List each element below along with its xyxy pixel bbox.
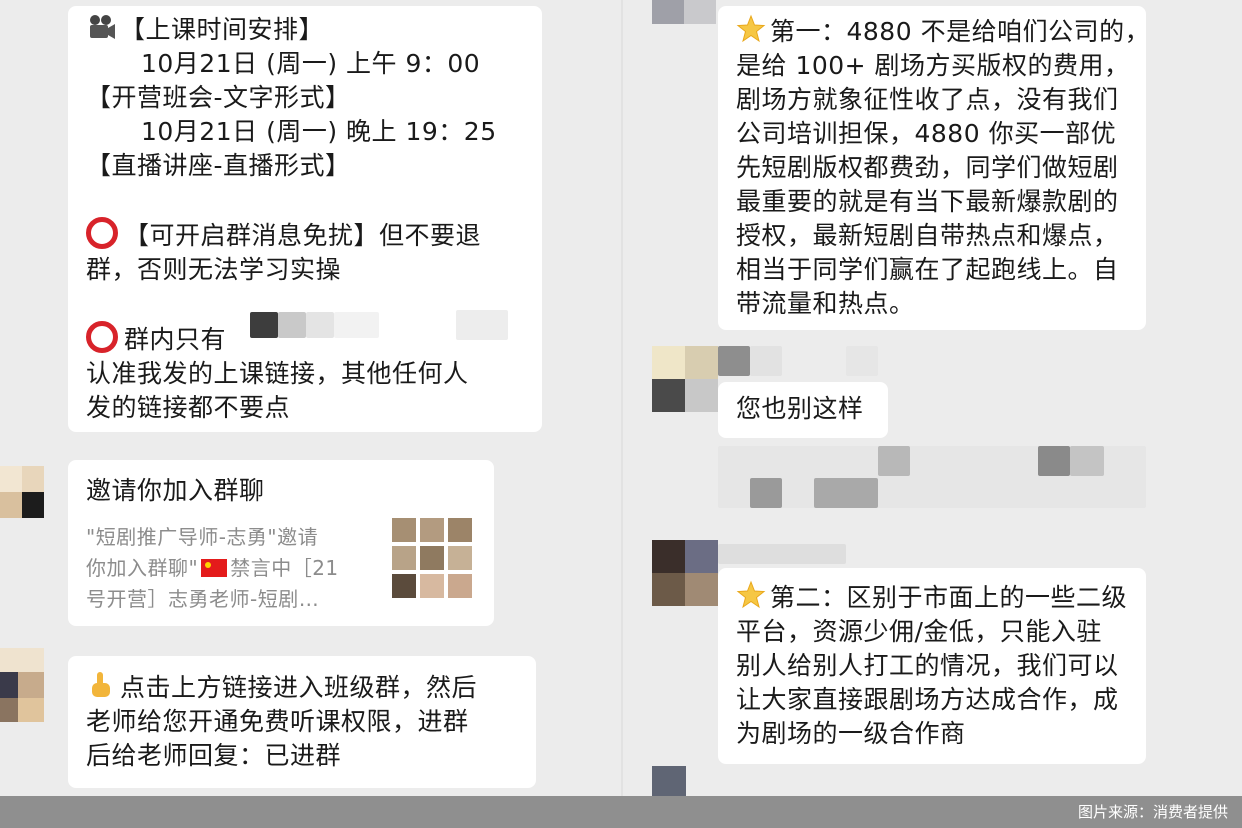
schedule-line-4: 10月21日 (周一) 晚上 19：25 <box>141 117 497 146</box>
instruction-line-2: 老师给您开通免费听课权限，进群 <box>86 707 469 736</box>
avatar[interactable] <box>0 648 44 722</box>
message-two-line-1: 第二：区别于市面上的一些二级 <box>736 580 1128 615</box>
schedule-line-10: 发的链接都不要点 <box>86 393 291 422</box>
red-circle-icon <box>86 217 118 249</box>
message-two-line-5: 为剧场的一级合作商 <box>736 719 966 748</box>
short-reply-text: 您也别这样 <box>736 394 864 423</box>
avatar[interactable] <box>652 540 718 606</box>
footer-bar <box>0 796 1242 828</box>
message-two-line-4: 让大家直接跟剧场方达成合作，成 <box>736 685 1119 714</box>
pointing-up-hand-icon <box>92 672 110 697</box>
invite-title: 邀请你加入群聊 <box>86 476 265 505</box>
message-two-line-2: 平台，资源少佣/金低，只能入驻 <box>736 617 1102 646</box>
schedule-line-7: 群，否则无法学习实操 <box>86 255 342 284</box>
message-one-line-2: 是给 100+ 剧场方买版权的费用， <box>736 51 1130 80</box>
red-circle-icon <box>86 321 118 353</box>
instruction-line-3: 后给老师回复：已进群 <box>86 741 342 770</box>
schedule-line-1: 【上课时间安排】 <box>86 12 524 47</box>
message-one-line-9: 带流量和热点。 <box>736 289 915 318</box>
instruction-line-1: 点击上方链接进入班级群，然后 <box>86 670 518 705</box>
message-one-line-7: 授权，最新短剧自带热点和爆点， <box>736 221 1119 250</box>
message-one-line-8: 相当于同学们赢在了起跑线上。自 <box>736 255 1119 284</box>
column-divider <box>621 0 623 828</box>
avatar[interactable] <box>652 0 716 24</box>
china-flag-icon <box>201 559 228 577</box>
instruction-message-bubble[interactable]: 点击上方链接进入班级群，然后 老师给您开通免费听课权限，进群 后给老师回复：已进… <box>68 656 536 788</box>
schedule-line-6: 【可开启群消息免扰】但不要退 <box>86 217 524 253</box>
group-avatar-grid <box>392 518 472 598</box>
glowing-star-icon <box>736 580 766 609</box>
schedule-line-9: 认准我发的上课链接，其他任何人 <box>86 359 469 388</box>
short-reply-bubble[interactable]: 您也别这样 <box>718 382 888 438</box>
schedule-line-2: 10月21日 (周一) 上午 9：00 <box>141 49 481 78</box>
glowing-star-icon <box>736 14 766 43</box>
message-one-line-6: 最重要的就是有当下最新爆款剧的 <box>736 187 1119 216</box>
schedule-line-3: 【开营班会-文字形式】 <box>86 83 351 112</box>
message-two-bubble[interactable]: 第二：区别于市面上的一些二级 平台，资源少佣/金低，只能入驻 别人给别人打工的情… <box>718 568 1146 764</box>
schedule-line-5: 【直播讲座-直播形式】 <box>86 151 351 180</box>
schedule-message-bubble[interactable]: 【上课时间安排】 10月21日 (周一) 上午 9：00 【开营班会-文字形式】… <box>68 6 542 432</box>
message-two-line-3: 别人给别人打工的情况，我们可以 <box>736 651 1119 680</box>
message-one-line-1: 第一：4880 不是给咱们公司的， <box>736 14 1150 49</box>
message-one-bubble[interactable]: 第一：4880 不是给咱们公司的， 是给 100+ 剧场方买版权的费用， 剧场方… <box>718 6 1150 330</box>
message-one-line-3: 剧场方就象征性收了点，没有我们 <box>736 85 1119 114</box>
message-one-line-4: 公司培训担保，4880 你买一部优 <box>736 119 1117 148</box>
image-credit: 图片来源：消费者提供 <box>1077 803 1228 821</box>
message-one-line-5: 先短剧版权都费劲，同学们做短剧 <box>736 153 1119 182</box>
avatar[interactable] <box>0 466 44 518</box>
avatar[interactable] <box>652 346 718 412</box>
movie-camera-icon <box>90 15 115 39</box>
avatar[interactable] <box>652 766 686 796</box>
